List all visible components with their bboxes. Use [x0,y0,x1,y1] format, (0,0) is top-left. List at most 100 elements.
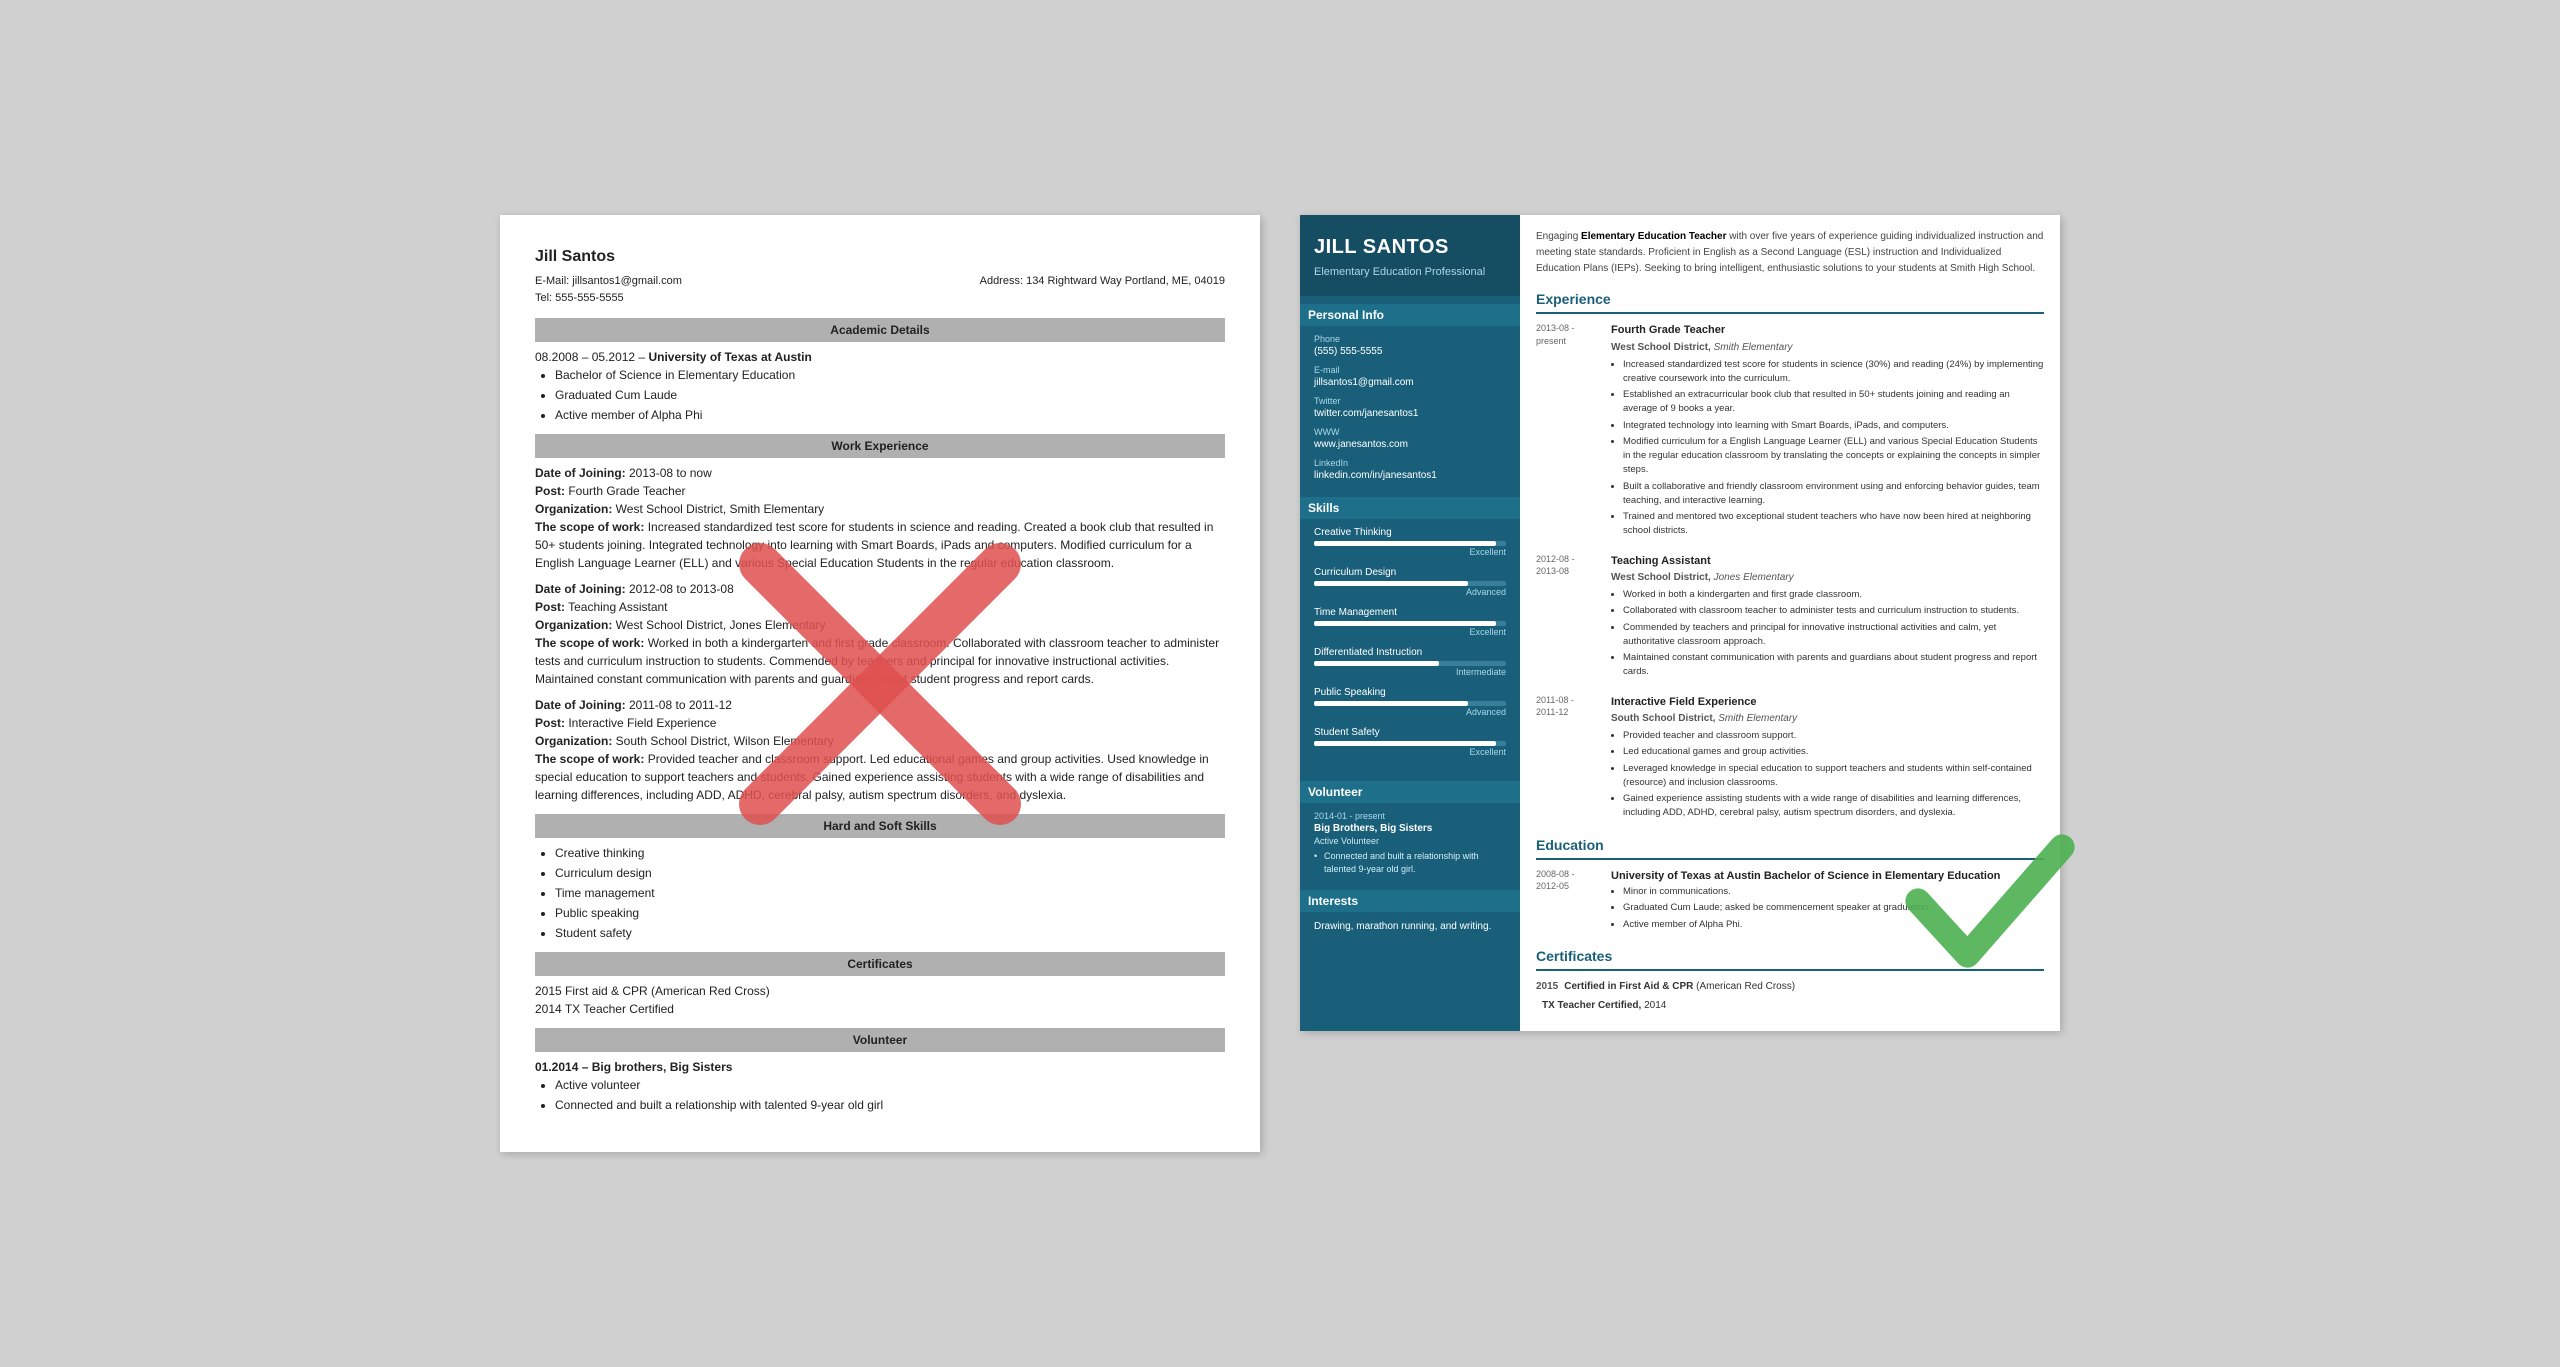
email-label: E-mail [1314,365,1506,375]
cert-year: 2015 [1536,981,1558,992]
sidebar-personal-section: Personal Info Phone (555) 555-5555 E-mai… [1300,296,1520,489]
skill-name: Student Safety [1314,727,1506,738]
plain-work1-dates: Date of Joining: 2013-08 to now [535,464,1225,482]
plain-cert-2: 2014 TX Teacher Certified [535,1000,1225,1018]
plain-name: Jill Santos [535,245,1225,269]
skill-bar-bg [1314,741,1506,746]
plain-skill-2: Curriculum design [555,864,1225,882]
plain-work-3: Date of Joining: 2011-08 to 2011-12 Post… [535,696,1225,804]
plain-volunteer-bullets: Active volunteer Connected and built a r… [555,1076,1225,1114]
exp-bullet: Gained experience assisting students wit… [1623,792,2044,821]
plain-certs-header: Certificates [535,952,1225,976]
skill-item: Time Management Excellent [1314,607,1506,637]
sidebar-volunteer-section: Volunteer 2014-01 - present Big Brothers… [1300,773,1520,881]
plain-work3-dates: Date of Joining: 2011-08 to 2011-12 [535,696,1225,714]
skill-bar-bg [1314,541,1506,546]
exp-body: Interactive Field Experience South Schoo… [1611,694,2044,823]
main-content: Engaging Elementary Education Teacher wi… [1520,215,2060,1031]
plain-work-2: Date of Joining: 2012-08 to 2013-08 Post… [535,580,1225,688]
exp-org-italic: Smith Elementary [1718,713,1797,724]
education-title: Education [1536,835,2044,860]
skill-name: Curriculum Design [1314,567,1506,578]
cert-sub: (American Red Cross) [1696,981,1795,992]
plain-work3-scope: The scope of work: Provided teacher and … [535,750,1225,804]
certs-container: 2015 Certified in First Aid & CPR (Americ… [1536,979,2044,1013]
skills-container: Creative Thinking Excellent Curriculum D… [1314,527,1506,757]
exp-bullet: Leveraged knowledge in special education… [1623,762,2044,791]
exp-bullet: Trained and mentored two exceptional stu… [1623,510,2044,539]
plain-contact-left: E-Mail: jillsantos1@gmail.com Tel: 555-5… [535,273,682,306]
interests-value: Drawing, marathon running, and writing. [1314,920,1506,934]
interests-title: Interests [1300,890,1520,912]
plain-work2-org: Organization: West School District, Jone… [535,616,1225,634]
volunteer-date: 2014-01 - present [1314,811,1506,821]
plain-skill-1: Creative thinking [555,844,1225,862]
plain-volunteer-dates: 01.2014 – Big brothers, Big Sisters [535,1058,1225,1076]
skill-bar-bg [1314,701,1506,706]
skill-bar-bg [1314,661,1506,666]
main-summary: Engaging Elementary Education Teacher wi… [1536,229,2044,277]
twitter-label: Twitter [1314,396,1506,406]
skill-item: Student Safety Excellent [1314,727,1506,757]
volunteer-org: Big Brothers, Big Sisters [1314,823,1506,834]
styled-title: Elementary Education Professional [1314,265,1506,280]
edu-bullet: Minor in communications. [1623,885,2044,899]
exp-bullet: Modified curriculum for a English Langua… [1623,435,2044,478]
plain-work3-org: Organization: South School District, Wil… [535,732,1225,750]
plain-skills-list: Creative thinking Curriculum design Time… [555,844,1225,942]
edu-bullet: Active member of Alpha Phi. [1623,918,2044,932]
exp-jobtitle: Fourth Grade Teacher [1611,322,2044,339]
skill-item: Differentiated Instruction Intermediate [1314,647,1506,677]
skill-item: Public Speaking Advanced [1314,687,1506,717]
plain-academic-degree: Bachelor of Science in Elementary Educat… [555,366,1225,384]
plain-skills-header: Hard and Soft Skills [535,814,1225,838]
exp-jobtitle: Interactive Field Experience [1611,694,2044,711]
plain-skill-5: Student safety [555,924,1225,942]
www-label: WWW [1314,427,1506,437]
exp-bullet: Increased standardized test score for st… [1623,358,2044,387]
sidebar-skills-section: Skills Creative Thinking Excellent Curri… [1300,489,1520,773]
plain-contact-right: Address: 134 Rightward Way Portland, ME,… [980,273,1225,306]
edu-body: University of Texas at Austin Bachelor o… [1611,868,2044,934]
skill-bar-fill [1314,621,1496,626]
plain-academic-honor1: Graduated Cum Laude [555,386,1225,404]
email-value: jillsantos1@gmail.com [1314,376,1506,390]
exp-bullets: Increased standardized test score for st… [1611,358,2044,539]
exp-bullet: Built a collaborative and friendly class… [1623,480,2044,509]
plain-academic-header: Academic Details [535,318,1225,342]
exp-jobtitle: Teaching Assistant [1611,553,2044,570]
plain-academic-dates: 08.2008 – 05.2012 – [535,350,645,364]
experience-container: 2013-08 -present Fourth Grade Teacher We… [1536,322,2044,823]
plain-volunteer-entry: 01.2014 – Big brothers, Big Sisters Acti… [535,1058,1225,1114]
certs-title: Certificates [1536,946,2044,971]
cert-text: Certified in First Aid & CPR [1564,981,1693,992]
skill-bar-bg [1314,621,1506,626]
resume-styled: JILL SANTOS Elementary Education Profess… [1300,215,2060,1031]
skill-name: Public Speaking [1314,687,1506,698]
exp-bullet: Established an extracurricular book club… [1623,388,2044,417]
skill-bar-bg [1314,581,1506,586]
plain-work1-org: Organization: West School District, Smit… [535,500,1225,518]
skill-bar-fill [1314,541,1496,546]
www-value: www.janesantos.com [1314,438,1506,452]
exp-bullet: Maintained constant communication with p… [1623,651,2044,680]
exp-entry: 2011-08 -2011-12 Interactive Field Exper… [1536,694,2044,823]
volunteer-bullet: Connected and built a relationship with … [1314,850,1506,875]
skill-bar-fill [1314,661,1439,666]
plain-work1-post: Post: Fourth Grade Teacher [535,482,1225,500]
cert-entry: TX Teacher Certified, 2014 [1536,998,2044,1013]
exp-date: 2012-08 -2013-08 [1536,553,1601,578]
cert-entry: 2015 Certified in First Aid & CPR (Americ… [1536,979,2044,994]
plain-academic-school: University of Texas at Austin [648,350,811,364]
plain-skill-3: Time management [555,884,1225,902]
plain-certs-entry: 2015 First aid & CPR (American Red Cross… [535,982,1225,1018]
plain-contact: E-Mail: jillsantos1@gmail.com Tel: 555-5… [535,273,1225,306]
plain-vol-bullet-2: Connected and built a relationship with … [555,1096,1225,1114]
skill-level: Excellent [1314,627,1506,637]
plain-work2-post: Post: Teaching Assistant [535,598,1225,616]
exp-date: 2011-08 -2011-12 [1536,694,1601,719]
cert-sub: 2014 [1644,1000,1666,1011]
edu-date: 2008-08 -2012-05 [1536,868,1601,893]
twitter-value: twitter.com/janesantos1 [1314,407,1506,421]
plain-work-header: Work Experience [535,434,1225,458]
